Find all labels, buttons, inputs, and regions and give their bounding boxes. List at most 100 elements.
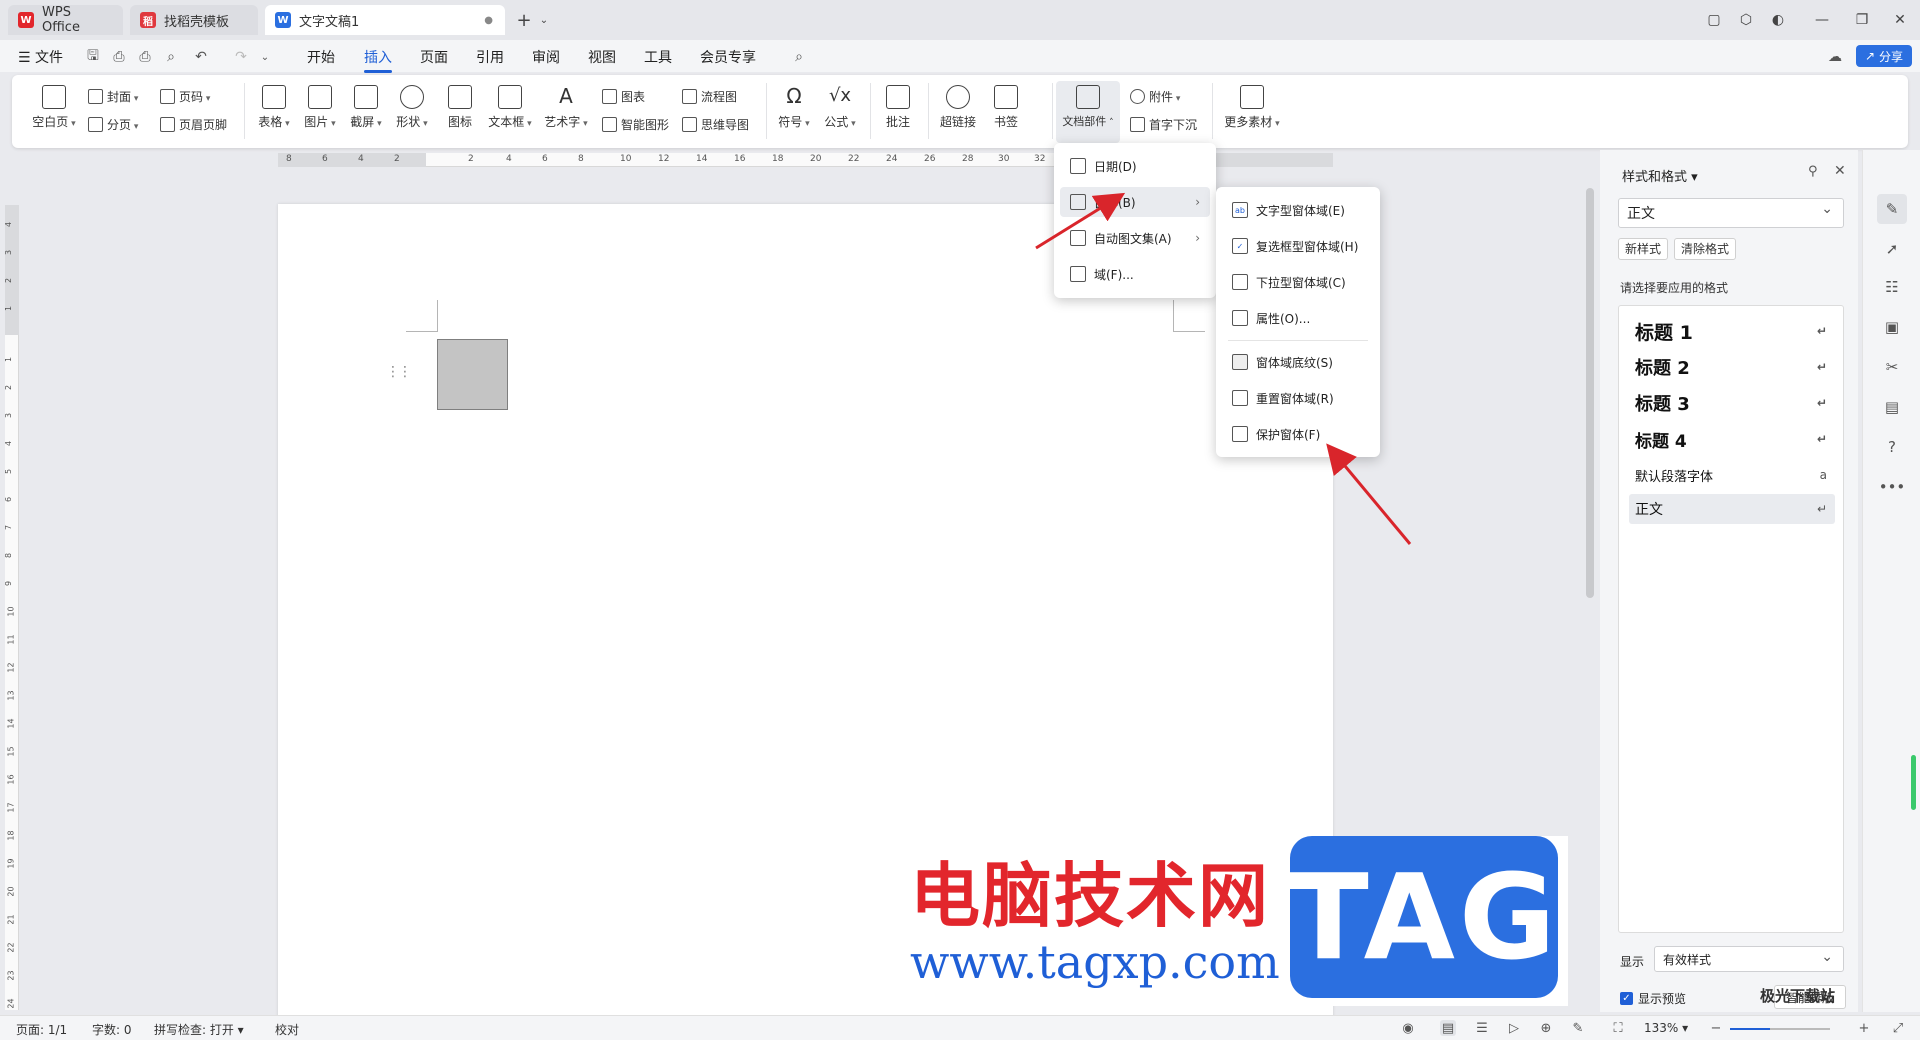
menu-membership[interactable]: 会员专享 bbox=[700, 47, 756, 67]
image-edit-icon[interactable]: ▣ bbox=[1881, 316, 1903, 338]
style-body-text[interactable]: 正文 ↵ bbox=[1629, 494, 1835, 524]
close-window-icon[interactable]: ✕ bbox=[1888, 8, 1912, 32]
save-icon[interactable]: 🖫 bbox=[84, 48, 102, 66]
wordart-button[interactable]: A 艺术字 bbox=[540, 85, 592, 130]
menu-item-form[interactable]: 窗体(B) › bbox=[1060, 187, 1210, 217]
textbox-button[interactable]: 文本框 bbox=[484, 85, 536, 130]
menu-item-dropdown-field[interactable]: 下拉型窗体域(C) bbox=[1222, 267, 1374, 297]
current-style-select[interactable]: 正文 bbox=[1618, 198, 1844, 228]
picture-button[interactable]: 图片 bbox=[298, 85, 342, 130]
page-count[interactable]: 页面: 1/1 bbox=[16, 1021, 67, 1038]
print-preview-icon[interactable]: ⌕ bbox=[162, 48, 180, 66]
zoom-slider[interactable] bbox=[1730, 1028, 1830, 1030]
drop-cap-button[interactable]: 首字下沉 bbox=[1130, 116, 1197, 133]
menu-item-field-shading[interactable]: 窗体域底纹(S) bbox=[1222, 347, 1374, 377]
page-break-button[interactable]: 分页 bbox=[88, 116, 138, 133]
clear-format-button[interactable]: 清除格式 bbox=[1674, 238, 1737, 260]
blank-page-button[interactable]: 空白页 bbox=[28, 85, 80, 130]
tab-docer[interactable]: 稻 找稻壳模板 bbox=[130, 5, 258, 35]
bookmark-button[interactable]: 书签 bbox=[986, 85, 1026, 130]
panel-scroll-indicator[interactable] bbox=[1911, 755, 1916, 810]
show-preview-checkbox[interactable]: ✓ 显示预览 bbox=[1620, 990, 1686, 1007]
cloud-icon[interactable]: ☁ bbox=[1826, 48, 1844, 66]
more-icon[interactable]: ••• bbox=[1879, 476, 1906, 498]
undo-icon[interactable]: ↶ bbox=[192, 48, 210, 66]
page-number-button[interactable]: 页码 bbox=[160, 88, 210, 105]
menu-item-protect-form[interactable]: 保护窗体(F) bbox=[1222, 419, 1374, 449]
cube-icon[interactable]: ⬡ bbox=[1734, 8, 1758, 32]
doc-parts-button[interactable]: 文档部件 ˄ bbox=[1056, 81, 1120, 143]
select-arrow-icon[interactable]: ➚ bbox=[1881, 238, 1903, 260]
style-heading-3[interactable]: 标题 3 ↵ bbox=[1629, 388, 1835, 418]
flowchart-button[interactable]: 流程图 bbox=[682, 88, 737, 105]
export-icon[interactable]: ⎙ bbox=[110, 48, 128, 66]
styles-panel-title[interactable]: 样式和格式 ▾ bbox=[1622, 166, 1698, 185]
play-icon[interactable]: ▷ bbox=[1506, 1020, 1522, 1036]
formula-button[interactable]: √x 公式 bbox=[818, 85, 862, 130]
menu-item-autotext[interactable]: 自动图文集(A) › bbox=[1060, 223, 1210, 253]
avatar-icon[interactable]: ◐ bbox=[1766, 8, 1790, 32]
pin-icon[interactable]: ⚲ bbox=[1808, 164, 1818, 179]
file-menu[interactable]: ☰ 文件 bbox=[18, 47, 63, 67]
menu-view[interactable]: 视图 bbox=[588, 47, 616, 67]
zoom-in-icon[interactable]: + bbox=[1856, 1020, 1872, 1036]
menu-insert[interactable]: 插入 bbox=[364, 47, 392, 73]
table-button[interactable]: 表格 bbox=[252, 85, 296, 130]
more-material-button[interactable]: 更多素材 bbox=[1222, 85, 1282, 130]
sliders-icon[interactable]: ☷ bbox=[1881, 276, 1903, 298]
quick-access-chevron-icon[interactable]: ⌄ bbox=[256, 48, 274, 66]
zoom-level[interactable]: 133% ▾ bbox=[1644, 1021, 1688, 1035]
tab-document[interactable]: W 文字文稿1 ● bbox=[265, 5, 505, 35]
word-count[interactable]: 字数: 0 bbox=[92, 1021, 132, 1038]
pen-icon[interactable]: ✎ bbox=[1877, 194, 1907, 224]
menu-item-date[interactable]: 日期(D) bbox=[1060, 151, 1210, 181]
zoom-out-icon[interactable]: − bbox=[1708, 1020, 1724, 1036]
comment-button[interactable]: 批注 bbox=[878, 85, 918, 130]
tools-icon[interactable]: ✂ bbox=[1881, 356, 1903, 378]
style-heading-2[interactable]: 标题 2 ↵ bbox=[1629, 352, 1835, 382]
fullscreen-icon[interactable]: ⤢ bbox=[1890, 1020, 1906, 1036]
menu-references[interactable]: 引用 bbox=[476, 47, 504, 67]
tab-wps-office[interactable]: W WPS Office bbox=[8, 5, 123, 35]
eye-icon[interactable]: ◉ bbox=[1400, 1020, 1416, 1036]
book-icon[interactable]: ▤ bbox=[1881, 396, 1903, 418]
new-style-button[interactable]: 新样式 bbox=[1618, 238, 1669, 260]
web-view-icon[interactable]: ⊕ bbox=[1538, 1020, 1554, 1036]
layout-icon[interactable]: ▢ bbox=[1702, 8, 1726, 32]
menu-home[interactable]: 开始 bbox=[307, 47, 335, 67]
chart-button[interactable]: 图表 bbox=[602, 88, 645, 105]
style-default-paragraph-font[interactable]: 默认段落字体 a bbox=[1629, 460, 1835, 490]
vertical-ruler[interactable]: 4 3 2 1 1 2 3 4 5 6 7 8 9 10 11 12 13 14 15 16 17 18 19 20 21 22 2… bbox=[4, 205, 19, 1010]
spellcheck-status[interactable]: 拼写检查: 打开 ▾ bbox=[154, 1021, 244, 1038]
redo-icon[interactable]: ↷ bbox=[232, 48, 250, 66]
form-field-shape[interactable] bbox=[437, 339, 508, 410]
fit-page-icon[interactable]: ⛶ bbox=[1610, 1020, 1626, 1036]
print-icon[interactable]: ⎙ bbox=[136, 48, 154, 66]
mindmap-button[interactable]: 思维导图 bbox=[682, 116, 749, 133]
symbol-button[interactable]: Ω 符号 bbox=[772, 85, 816, 130]
document-scrollbar[interactable] bbox=[1586, 188, 1594, 598]
icons-button[interactable]: 图标 bbox=[440, 85, 480, 130]
search-icon[interactable]: ⌕ bbox=[790, 48, 808, 66]
menu-item-text-field[interactable]: ab 文字型窗体域(E) bbox=[1222, 195, 1374, 225]
cover-button[interactable]: 封面 bbox=[88, 88, 138, 105]
header-footer-button[interactable]: 页眉页脚 bbox=[160, 116, 227, 133]
share-button[interactable]: ↗ 分享 bbox=[1856, 45, 1912, 67]
restore-icon[interactable]: ❐ bbox=[1850, 8, 1874, 32]
tab-list-chevron-icon[interactable]: ⌄ bbox=[532, 8, 556, 32]
outline-view-icon[interactable]: ☰ bbox=[1474, 1020, 1490, 1036]
page-view-icon[interactable]: ▤ bbox=[1440, 1020, 1456, 1036]
style-heading-1[interactable]: 标题 1 ↵ bbox=[1629, 316, 1835, 346]
close-panel-icon[interactable]: ✕ bbox=[1834, 163, 1846, 179]
style-heading-4[interactable]: 标题 4 ↵ bbox=[1629, 424, 1835, 454]
smart-graphic-button[interactable]: 智能图形 bbox=[602, 116, 669, 133]
drag-handle-icon[interactable]: ⋮⋮ bbox=[386, 364, 412, 380]
screenshot-button[interactable]: 截屏 bbox=[344, 85, 388, 130]
shape-button[interactable]: 形状 bbox=[390, 85, 434, 130]
help-icon[interactable]: ? bbox=[1881, 436, 1903, 458]
pencil-icon[interactable]: ✎ bbox=[1570, 1020, 1586, 1036]
menu-page[interactable]: 页面 bbox=[420, 47, 448, 67]
proofread-button[interactable]: 校对 bbox=[275, 1021, 299, 1038]
hyperlink-button[interactable]: 超链接 bbox=[934, 85, 982, 130]
menu-item-reset-fields[interactable]: 重置窗体域(R) bbox=[1222, 383, 1374, 413]
